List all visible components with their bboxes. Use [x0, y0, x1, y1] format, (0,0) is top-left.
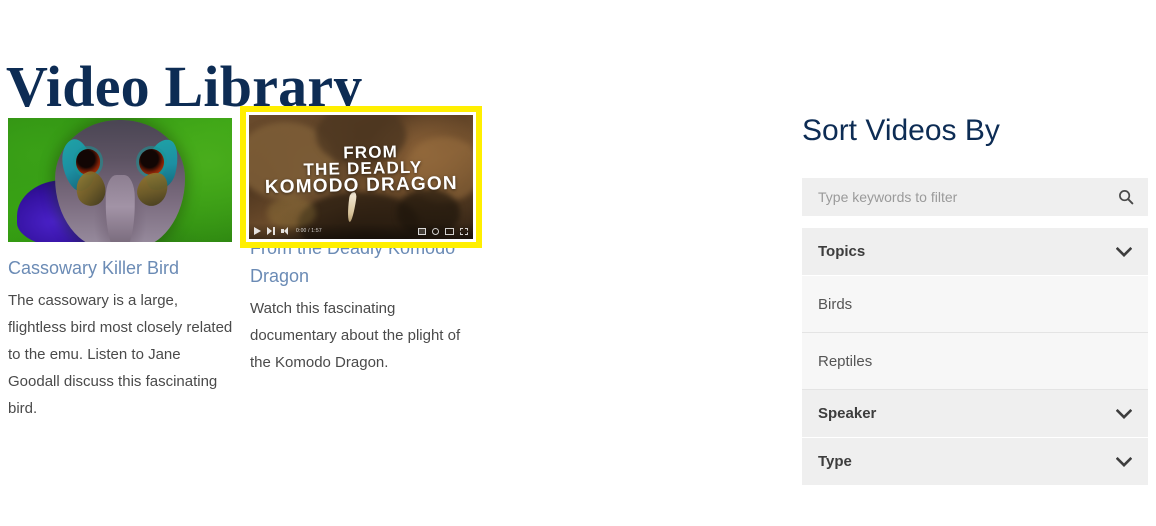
accordion-header-topics[interactable]: Topics: [802, 228, 1148, 276]
accordion-label-type: Type: [818, 453, 852, 470]
chevron-down-icon[interactable]: [1116, 456, 1132, 467]
player-controls-right: [418, 227, 468, 235]
theater-mode-icon[interactable]: [445, 227, 454, 235]
video-title-link-cassowary[interactable]: Cassowary Killer Bird: [8, 254, 236, 282]
focus-ring: FROM THE DEADLY KOMODO DRAGON 0:00 / 1:5…: [240, 106, 482, 248]
player-controls-left: 0:00 / 1:57: [254, 227, 322, 235]
search-icon[interactable]: [1118, 189, 1134, 205]
video-title-overlay: FROM THE DEADLY KOMODO DRAGON: [249, 142, 473, 198]
thumbnail-wrapper: [8, 118, 232, 242]
accordion-item-birds[interactable]: Birds: [802, 276, 1148, 333]
video-description-cassowary: The cassowary is a large, flightless bir…: [8, 292, 233, 417]
sidebar-title: Sort Videos By: [802, 114, 1000, 147]
player-time-display: 0:00 / 1:57: [296, 228, 322, 234]
video-thumbnail-komodo[interactable]: FROM THE DEADLY KOMODO DRAGON 0:00 / 1:5…: [249, 115, 473, 239]
video-card-komodo: FROM THE DEADLY KOMODO DRAGON 0:00 / 1:5…: [240, 96, 482, 391]
search-input[interactable]: [816, 188, 1118, 206]
play-icon[interactable]: [254, 227, 261, 235]
chevron-down-icon[interactable]: [1116, 246, 1132, 257]
accordion-item-label-reptiles: Reptiles: [818, 352, 873, 370]
volume-icon[interactable]: [281, 227, 290, 235]
video-card-cassowary: Cassowary Killer Bird The cassowary is a…: [8, 96, 236, 437]
cassowary-beak-shape: [105, 174, 135, 242]
chevron-down-icon[interactable]: [1116, 408, 1132, 419]
video-thumbnail-cassowary[interactable]: [8, 118, 232, 242]
accordion-item-label-birds: Birds: [818, 295, 853, 313]
accordion-item-reptiles[interactable]: Reptiles: [802, 333, 1148, 390]
filter-search-box[interactable]: [802, 178, 1148, 216]
cassowary-head-shape: [55, 120, 185, 242]
next-track-icon[interactable]: [267, 227, 275, 235]
thumbnail-wrapper-focused: FROM THE DEADLY KOMODO DRAGON 0:00 / 1:5…: [240, 96, 482, 248]
fullscreen-icon[interactable]: [460, 227, 468, 235]
accordion-header-type[interactable]: Type: [802, 438, 1148, 486]
accordion-label-topics: Topics: [818, 243, 866, 260]
accordion-header-speaker[interactable]: Speaker: [802, 390, 1148, 438]
accordion-label-speaker: Speaker: [818, 405, 877, 422]
settings-gear-icon[interactable]: [432, 227, 439, 235]
video-player-controls: 0:00 / 1:57: [249, 223, 473, 239]
subtitles-icon[interactable]: [418, 227, 426, 235]
filter-accordion: Topics Birds Reptiles Speaker Type: [802, 228, 1148, 486]
sidebar-sort-videos: Sort Videos By Topics Birds Reptiles Spe…: [802, 112, 1148, 486]
video-description-komodo: Watch this fascinating documentary about…: [250, 300, 461, 371]
